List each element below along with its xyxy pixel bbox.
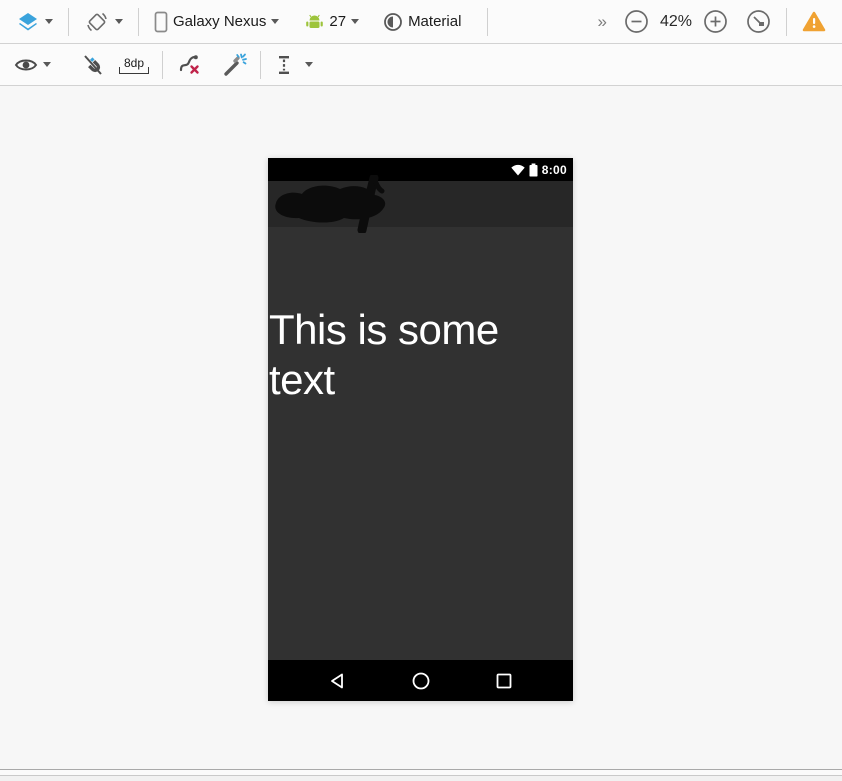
warnings-button[interactable] — [796, 6, 832, 38]
orientation-button[interactable] — [78, 6, 129, 38]
clear-constraints-button[interactable] — [172, 49, 208, 81]
api-level-selector[interactable]: 27 — [299, 6, 365, 38]
infer-constraints-icon — [222, 52, 248, 78]
chevron-down-icon — [305, 62, 314, 67]
home-icon[interactable] — [411, 671, 431, 691]
orientation-icon — [84, 9, 110, 35]
theme-selector[interactable]: Material — [377, 6, 467, 38]
divider-tail — [0, 776, 842, 781]
panel-divider[interactable] — [0, 769, 842, 781]
autoconnect-toggle[interactable] — [75, 49, 111, 81]
separator — [138, 7, 139, 36]
zoom-level: 42% — [659, 12, 693, 30]
wifi-icon — [511, 164, 525, 176]
zoom-in-button[interactable] — [697, 6, 734, 38]
chevron-down-icon — [351, 19, 360, 24]
default-margin-button[interactable]: 8dp — [119, 56, 150, 74]
device-label: Galaxy Nexus — [173, 13, 267, 30]
design-toolbar: Galaxy Nexus 27 Material » 42% — [0, 0, 842, 44]
infer-constraints-button[interactable] — [216, 49, 254, 81]
zoom-out-button[interactable] — [618, 6, 655, 38]
navigation-bar — [268, 660, 573, 701]
separator — [786, 7, 787, 36]
autoconnect-off-icon — [81, 53, 105, 77]
zoom-controls: » 42% — [598, 6, 832, 38]
design-surface-icon — [16, 11, 40, 33]
pack-button[interactable] — [270, 49, 319, 81]
warning-icon — [802, 11, 826, 32]
device-preview[interactable]: 8:00 This is some text — [268, 158, 573, 701]
status-time: 8:00 — [541, 162, 567, 177]
chevron-down-icon — [45, 19, 53, 24]
action-bar — [268, 175, 573, 233]
overflow-icon[interactable]: » — [598, 12, 608, 32]
separator — [487, 7, 489, 36]
device-selector[interactable]: Galaxy Nexus — [148, 6, 285, 38]
device-icon — [154, 11, 168, 33]
chevron-down-icon — [115, 19, 123, 24]
view-options-icon — [14, 57, 38, 73]
battery-icon — [529, 163, 538, 177]
separator — [260, 50, 262, 79]
back-icon[interactable] — [328, 671, 348, 691]
android-icon — [305, 14, 324, 30]
recents-icon[interactable] — [494, 671, 514, 691]
chevron-down-icon — [271, 19, 280, 24]
chevron-down-icon — [43, 62, 51, 67]
separator — [162, 50, 164, 79]
view-options-button[interactable] — [8, 49, 57, 81]
pack-icon — [276, 54, 292, 76]
design-surface-button[interactable] — [10, 6, 59, 38]
text-view[interactable]: This is some text — [268, 227, 568, 405]
layout-content[interactable]: This is some text — [268, 227, 573, 660]
theme-label: Material — [408, 13, 462, 30]
api-level-label: 27 — [329, 13, 347, 30]
separator — [68, 7, 69, 36]
constraint-toolbar: 8dp — [0, 44, 842, 86]
clear-constraints-icon — [178, 53, 202, 77]
theme-icon — [383, 12, 403, 32]
zoom-fit-button[interactable] — [740, 6, 777, 38]
design-surface[interactable]: 8:00 This is some text — [0, 87, 842, 781]
redaction-scribble — [270, 175, 398, 233]
